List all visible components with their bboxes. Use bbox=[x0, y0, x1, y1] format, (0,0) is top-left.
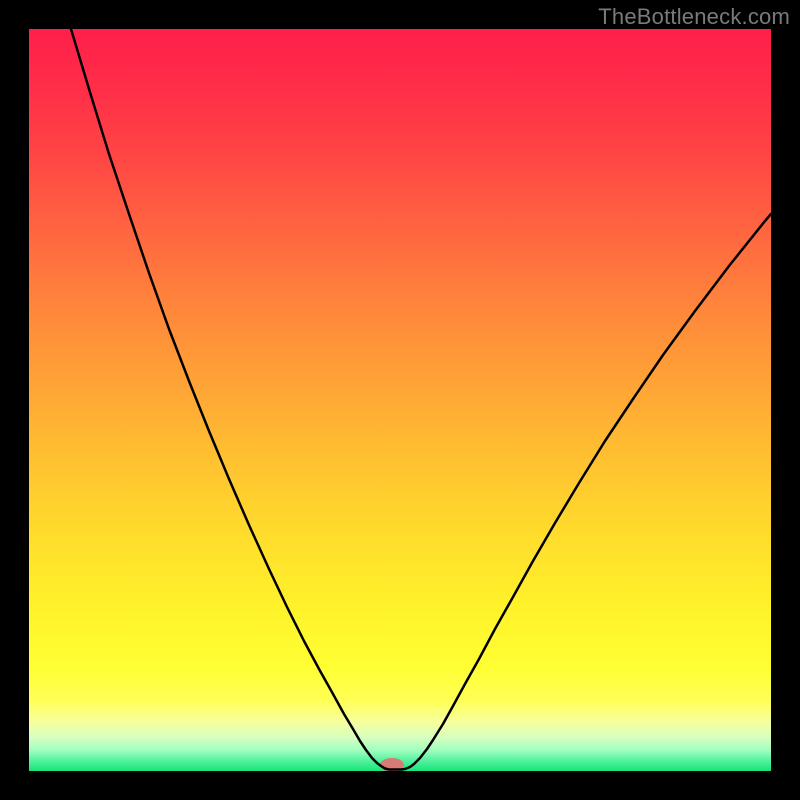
plot-frame bbox=[29, 29, 771, 771]
gradient-background bbox=[29, 29, 771, 771]
plot-svg bbox=[29, 29, 771, 771]
watermark-text: TheBottleneck.com bbox=[598, 4, 790, 30]
chart-container: TheBottleneck.com bbox=[0, 0, 800, 800]
